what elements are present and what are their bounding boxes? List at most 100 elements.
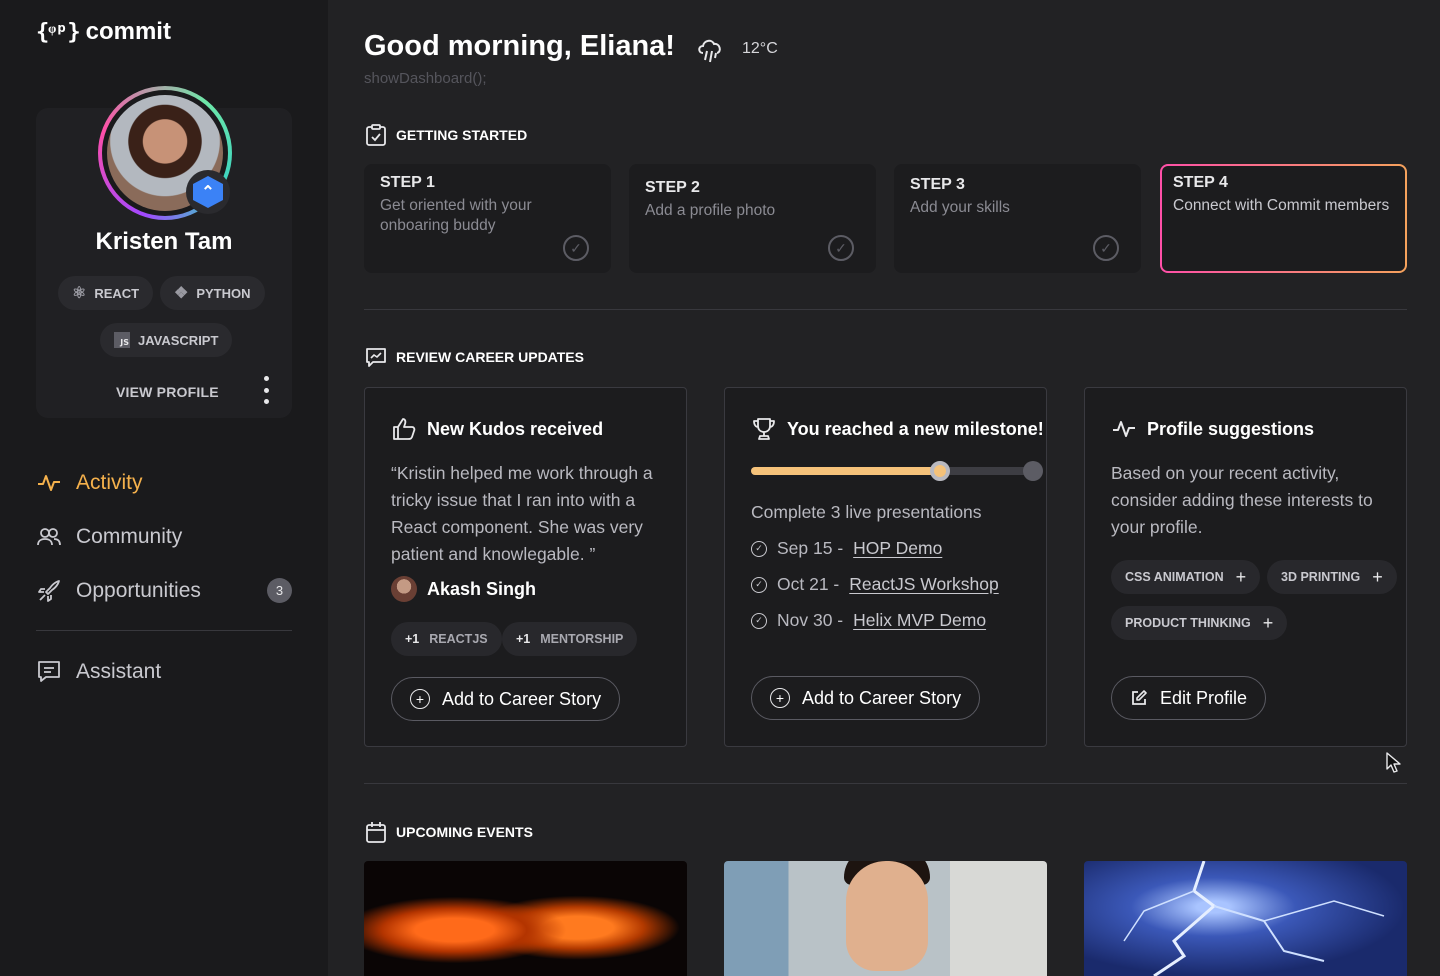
python-icon: ❖	[174, 285, 189, 302]
card-header: You reached a new milestone!	[751, 416, 1044, 442]
getting-started-heading: GETTING STARTED	[366, 124, 527, 146]
card-title: New Kudos received	[427, 418, 604, 439]
sidebar-divider	[36, 630, 292, 631]
interest-label: 3D PRINTING	[1281, 570, 1361, 584]
check-circle-icon: ✓	[828, 235, 854, 261]
plus-circle-icon: +	[410, 689, 430, 709]
interest-chip-css-animation[interactable]: CSS ANIMATION +	[1111, 560, 1261, 594]
step-description: Add a profile photo	[645, 202, 776, 219]
milestone-event-link[interactable]: ReactJS Workshop	[849, 574, 998, 595]
rocket-icon	[38, 580, 60, 602]
opportunities-count-badge: 3	[267, 578, 292, 603]
add-icon[interactable]: +	[1236, 567, 1247, 588]
progress-end-marker	[1023, 461, 1043, 481]
interest-chip-product-thinking[interactable]: PRODUCT THINKING +	[1111, 606, 1288, 640]
check-circle-icon: ✓	[751, 612, 767, 629]
skill-chip-react[interactable]: ⚛ REACT	[58, 276, 154, 310]
mouse-cursor-icon	[1386, 752, 1401, 773]
tag-count: +1	[516, 632, 531, 646]
kudos-tag-reactjs[interactable]: +1 REACTJS	[391, 622, 502, 656]
section-title: GETTING STARTED	[396, 127, 528, 143]
profile-card: ⌃ Kristen Tam ⚛ REACT ❖ PYTHON JS JAVASC…	[36, 86, 292, 418]
upcoming-events-heading: UPCOMING EVENTS	[366, 821, 533, 843]
event-card-lightning-image[interactable]	[1084, 861, 1407, 976]
add-to-career-story-button[interactable]: + Add to Career Story	[391, 677, 621, 721]
rain-cloud-icon	[698, 39, 721, 63]
nav-label: Opportunities	[76, 579, 201, 602]
step-card-1[interactable]: STEP 1 Get oriented with your onboaring …	[364, 164, 611, 273]
card-header: New Kudos received	[391, 416, 603, 442]
milestone-item: ✓ Oct 21 - ReactJS Workshop	[751, 574, 999, 595]
edit-icon	[1132, 690, 1147, 705]
suggestions-text: Based on your recent activity, consider …	[1111, 463, 1373, 537]
activity-icon	[38, 475, 60, 491]
interest-label: CSS ANIMATION	[1125, 570, 1224, 584]
step-description: Get oriented with your onboaring buddy	[380, 197, 532, 234]
add-to-career-story-button[interactable]: + Add to Career Story	[751, 676, 981, 720]
trophy-icon	[753, 418, 775, 440]
sidebar-item-opportunities[interactable]: Opportunities	[36, 578, 201, 604]
nav-label: Assistant	[76, 660, 162, 683]
card-header: Profile suggestions	[1111, 416, 1314, 442]
calendar-icon	[366, 822, 386, 843]
kudos-quote: “Kristin helped me work through a tricky…	[391, 463, 653, 564]
step-card-2[interactable]: STEP 2 Add a profile photo ✓	[629, 164, 876, 273]
community-icon	[37, 528, 61, 546]
button-label: Add to Career Story	[442, 688, 602, 709]
step-description: Connect with Commit members	[1173, 197, 1390, 214]
view-profile-link[interactable]: VIEW PROFILE	[116, 384, 219, 400]
tag-label: REACTJS	[429, 632, 488, 646]
edit-profile-button[interactable]: Edit Profile	[1111, 676, 1267, 720]
milestone-event-link[interactable]: HOP Demo	[853, 538, 942, 559]
add-icon[interactable]: +	[1372, 567, 1383, 588]
react-icon: ⚛	[72, 285, 87, 302]
step-label: STEP 4	[1173, 174, 1228, 191]
skill-label: JAVASCRIPT	[138, 332, 219, 348]
thumbs-up-icon	[393, 418, 416, 440]
step-card-3[interactable]: STEP 3 Add your skills ✓	[894, 164, 1141, 273]
app-logo[interactable]: {ᵠᵖ} commit	[36, 18, 171, 46]
assistant-chat-icon	[38, 661, 60, 682]
sidebar-item-community[interactable]: Community	[36, 524, 182, 550]
chart-chat-icon	[366, 348, 386, 367]
author-name: Akash Singh	[427, 578, 537, 599]
skill-label: PYTHON	[196, 285, 251, 301]
milestone-card: You reached a new milestone! Complete 3 …	[724, 387, 1047, 747]
progress-knob[interactable]	[929, 461, 950, 481]
event-card-halloween-image[interactable]	[364, 861, 687, 976]
nav-label: Activity	[76, 471, 143, 494]
kudos-author[interactable]: Akash Singh	[391, 576, 536, 602]
milestone-date: Oct 21 -	[777, 574, 840, 594]
plus-circle-icon: +	[770, 688, 790, 708]
event-card-speaker-image[interactable]	[724, 861, 1047, 976]
sidebar-item-activity[interactable]: Activity	[36, 470, 143, 496]
kudos-tag-mentorship[interactable]: +1 MENTORSHIP	[502, 622, 638, 656]
temperature: 12°C	[742, 40, 778, 57]
step-label: STEP 3	[910, 176, 965, 193]
check-circle-icon: ✓	[751, 540, 767, 557]
milestone-item: ✓ Sep 15 - HOP Demo	[751, 538, 942, 559]
section-title: UPCOMING EVENTS	[396, 824, 533, 840]
skill-chip-javascript[interactable]: JS JAVASCRIPT	[100, 323, 233, 357]
speaker-face	[846, 861, 928, 971]
card-title: Profile suggestions	[1147, 418, 1315, 439]
profile-name: Kristen Tam	[95, 228, 233, 255]
check-circle-icon: ✓	[563, 235, 589, 261]
nav-label: Community	[76, 525, 183, 548]
more-options-icon[interactable]	[260, 376, 272, 404]
check-circle-icon: ✓	[751, 576, 767, 593]
interest-label: PRODUCT THINKING	[1125, 616, 1251, 630]
milestone-progress-slider[interactable]	[751, 461, 1043, 481]
section-divider	[364, 783, 1407, 784]
clipboard-check-icon	[366, 124, 386, 146]
interest-chip-3d-printing[interactable]: 3D PRINTING +	[1267, 560, 1397, 594]
add-icon[interactable]: +	[1263, 613, 1274, 634]
skill-chip-python[interactable]: ❖ PYTHON	[160, 276, 265, 310]
milestone-event-link[interactable]: Helix MVP Demo	[853, 610, 986, 631]
card-title: You reached a new milestone!	[787, 418, 1044, 439]
activity-pulse-icon	[1113, 421, 1135, 437]
sidebar-item-assistant[interactable]: Assistant	[36, 659, 161, 685]
tag-count: +1	[405, 632, 420, 646]
profile-suggestions-card: Profile suggestions Based on your recent…	[1084, 387, 1407, 747]
step-card-4[interactable]: STEP 4 Connect with Commit members	[1160, 164, 1407, 273]
